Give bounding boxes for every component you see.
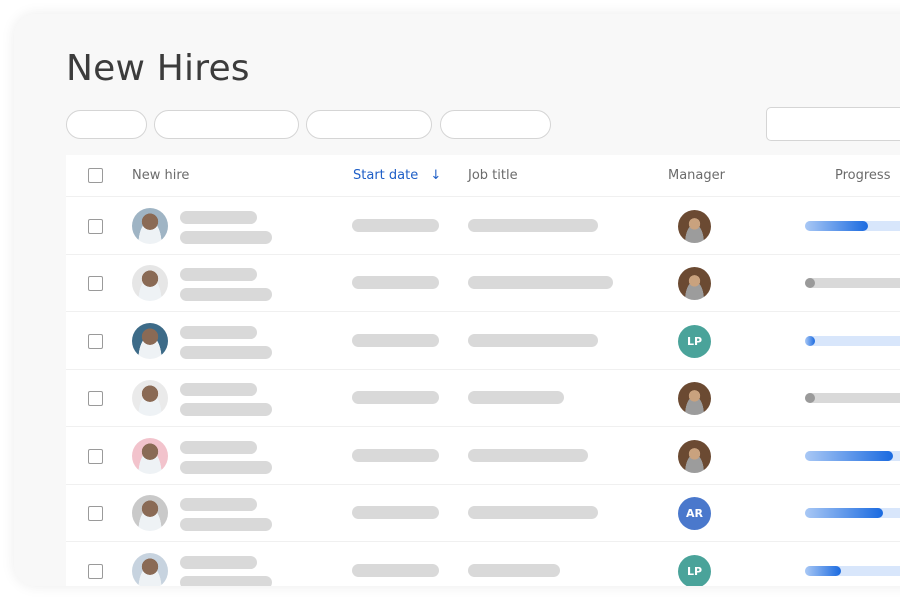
table-row[interactable] [66, 196, 900, 254]
progress-bar [805, 450, 900, 461]
email-placeholder [180, 288, 272, 301]
column-header-progress[interactable]: Progress [835, 168, 890, 183]
name-placeholder [180, 325, 257, 339]
progress-bar [805, 220, 900, 231]
arrow-down-icon: ↓ [430, 168, 442, 183]
manager-initials: LP [686, 334, 703, 348]
column-header-manager[interactable]: Manager [668, 168, 725, 183]
email-placeholder [180, 575, 272, 586]
email-placeholder [180, 345, 272, 359]
manager-avatar[interactable] [678, 267, 711, 300]
search-input[interactable] [766, 107, 900, 141]
table-row[interactable] [66, 368, 900, 427]
app-window: New Hires New hire Start date ↓ Job titl… [14, 14, 900, 586]
table-row[interactable]: AR [66, 483, 900, 542]
table-header: New hire Start date ↓ Job title Manager … [66, 155, 900, 196]
table-row[interactable] [66, 426, 900, 484]
name-placeholder [180, 555, 257, 569]
start-date-placeholder [352, 391, 439, 404]
progress-dot [805, 393, 815, 403]
name-placeholder [180, 440, 257, 454]
progress-bar [805, 393, 900, 403]
filter-chip-1[interactable] [66, 110, 147, 139]
row-checkbox[interactable] [88, 391, 103, 406]
row-checkbox[interactable] [88, 448, 103, 464]
manager-avatar[interactable] [678, 439, 711, 473]
progress-bar [805, 335, 900, 346]
job-title-placeholder [468, 448, 588, 462]
new-hire-avatar [132, 437, 168, 474]
progress-fill [805, 335, 815, 346]
new-hire-avatar [132, 552, 168, 586]
progress-fill [805, 220, 868, 231]
new-hire-avatar [132, 265, 168, 301]
job-title-placeholder [468, 506, 598, 519]
page-title: New Hires [66, 48, 250, 89]
progress-fill [805, 565, 842, 576]
column-header-new-hire[interactable]: New hire [132, 168, 189, 183]
filter-chip-3[interactable] [306, 110, 432, 139]
new-hire-avatar [132, 322, 168, 359]
progress-bar [805, 508, 900, 518]
column-header-start-date-label: Start date [353, 168, 419, 183]
select-all-checkbox[interactable] [88, 168, 103, 183]
progress-fill [805, 508, 884, 518]
progress-bar [805, 565, 900, 576]
manager-avatar[interactable] [678, 382, 711, 415]
progress-dot [805, 278, 815, 288]
email-placeholder [180, 518, 272, 531]
row-checkbox[interactable] [88, 506, 103, 521]
email-placeholder [180, 230, 272, 244]
new-hires-table: New hire Start date ↓ Job title Manager … [66, 155, 900, 586]
row-checkbox[interactable] [88, 218, 103, 234]
job-title-placeholder [468, 218, 598, 232]
progress-bar [805, 278, 900, 288]
manager-initials: LP [686, 564, 703, 578]
new-hire-avatar [132, 207, 168, 244]
column-header-job-title[interactable]: Job title [468, 168, 518, 183]
start-date-placeholder [352, 333, 439, 347]
job-title-placeholder [468, 333, 598, 347]
start-date-placeholder [352, 506, 439, 519]
start-date-placeholder [352, 276, 439, 289]
name-placeholder [180, 210, 257, 224]
job-title-placeholder [468, 563, 560, 577]
name-placeholder [180, 383, 257, 396]
start-date-placeholder [352, 563, 439, 577]
row-checkbox[interactable] [88, 276, 103, 291]
manager-avatar[interactable]: AR [678, 497, 711, 530]
filter-chip-2[interactable] [154, 110, 299, 139]
row-checkbox[interactable] [88, 563, 103, 579]
new-hire-avatar [132, 495, 168, 531]
start-date-placeholder [352, 448, 439, 462]
filter-chip-4[interactable] [440, 110, 551, 139]
progress-fill [805, 450, 894, 461]
email-placeholder [180, 403, 272, 416]
table-row[interactable]: LP [66, 311, 900, 369]
job-title-placeholder [468, 391, 564, 404]
manager-avatar[interactable]: LP [678, 554, 711, 586]
name-placeholder [180, 268, 257, 281]
row-checkbox[interactable] [88, 333, 103, 349]
email-placeholder [180, 460, 272, 474]
start-date-placeholder [352, 218, 439, 232]
new-hire-avatar [132, 380, 168, 416]
manager-avatar[interactable] [678, 209, 711, 243]
table-row[interactable]: LP [66, 541, 900, 586]
manager-initials: AR [686, 507, 703, 520]
job-title-placeholder [468, 276, 613, 289]
table-row[interactable] [66, 253, 900, 312]
name-placeholder [180, 498, 257, 511]
column-header-start-date[interactable]: Start date ↓ [353, 168, 441, 183]
manager-avatar[interactable]: LP [678, 324, 711, 358]
